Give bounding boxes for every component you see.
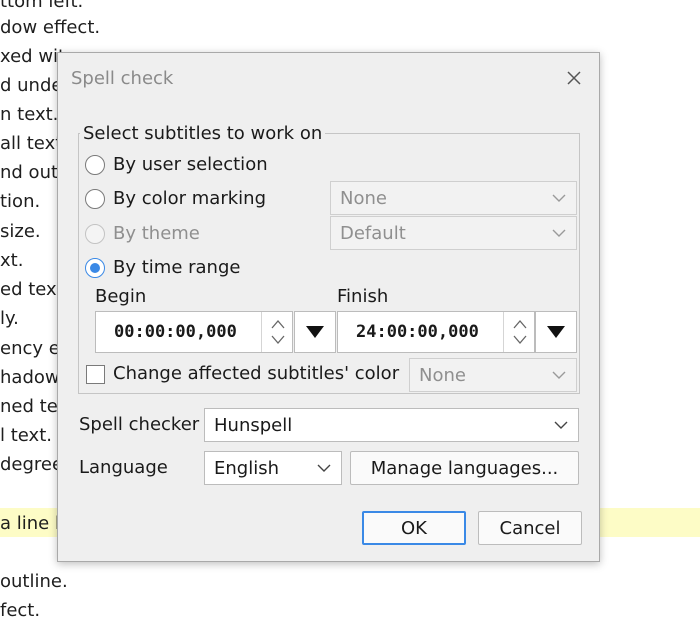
radio-color-marking-label: By color marking <box>113 188 266 209</box>
spell-checker-value: Hunspell <box>214 415 293 436</box>
change-color-label: Change affected subtitles' color <box>113 363 400 384</box>
theme-dropdown[interactable]: Default <box>330 216 577 250</box>
bg-line: xt. <box>0 250 24 271</box>
change-color-dropdown[interactable]: None <box>409 358 577 392</box>
spell-check-dialog: Spell check Select subtitles to work on … <box>57 52 600 562</box>
theme-value: Default <box>340 223 406 244</box>
bg-line: nd out <box>0 162 59 183</box>
radio-time-range[interactable] <box>85 258 105 278</box>
radio-user-selection[interactable] <box>85 155 105 175</box>
color-marking-value: None <box>340 188 387 209</box>
chevron-down-icon[interactable] <box>512 334 528 346</box>
cancel-button[interactable]: Cancel <box>478 511 582 545</box>
triangle-down-icon <box>306 326 324 338</box>
chevron-up-icon[interactable] <box>512 318 528 330</box>
bg-line: ed text <box>0 279 64 300</box>
chevron-down-icon <box>552 194 566 202</box>
manage-languages-button[interactable]: Manage languages... <box>350 451 579 485</box>
radio-theme[interactable] <box>85 224 105 244</box>
chevron-down-icon <box>554 421 568 429</box>
bg-line: tion. <box>0 191 41 212</box>
bg-line: ly. <box>0 308 19 329</box>
begin-time-input[interactable]: 00:00:00,000 <box>95 311 293 353</box>
finish-label: Finish <box>337 286 389 307</box>
radio-theme-label: By theme <box>113 223 200 244</box>
begin-time-spinner[interactable] <box>261 312 294 352</box>
begin-time-dropdown-button[interactable] <box>294 311 336 353</box>
finish-time-spinner[interactable] <box>503 312 536 352</box>
radio-color-marking[interactable] <box>85 189 105 209</box>
bg-line: dow effect. <box>0 17 101 38</box>
change-color-value: None <box>419 365 466 386</box>
bg-line: l text. <box>0 425 52 446</box>
bg-line: n text. <box>0 104 59 125</box>
bg-line: size. <box>0 221 41 242</box>
finish-time-input[interactable]: 24:00:00,000 <box>337 311 535 353</box>
language-value: English <box>214 458 279 479</box>
chevron-down-icon[interactable] <box>270 334 286 346</box>
begin-time-value: 00:00:00,000 <box>114 322 237 342</box>
radio-user-selection-label: By user selection <box>113 154 268 175</box>
finish-time-value: 24:00:00,000 <box>356 322 479 342</box>
triangle-down-icon <box>547 326 565 338</box>
language-label: Language <box>79 457 168 478</box>
bg-line: fect. <box>0 600 41 621</box>
bg-line: outline. <box>0 571 68 592</box>
close-icon <box>567 71 581 85</box>
language-dropdown[interactable]: English <box>204 451 342 485</box>
dialog-title: Spell check <box>71 68 174 89</box>
begin-label: Begin <box>95 286 147 307</box>
bg-line: d unde <box>0 75 63 96</box>
bg-line: degree <box>0 454 64 475</box>
chevron-down-icon <box>552 371 566 379</box>
bg-line: xed wit <box>0 46 66 67</box>
spell-checker-dropdown[interactable]: Hunspell <box>204 408 579 442</box>
close-button[interactable] <box>559 63 589 93</box>
chevron-down-icon <box>552 229 566 237</box>
finish-time-dropdown-button[interactable] <box>535 311 577 353</box>
ok-button[interactable]: OK <box>362 511 466 545</box>
group-title: Select subtitles to work on <box>80 123 326 144</box>
chevron-down-icon <box>317 464 331 472</box>
chevron-up-icon[interactable] <box>270 318 286 330</box>
spell-checker-label: Spell checker <box>79 414 200 435</box>
bg-line: hadow <box>0 367 60 388</box>
color-marking-dropdown[interactable]: None <box>330 181 577 215</box>
change-color-checkbox[interactable] <box>86 365 105 384</box>
radio-time-range-label: By time range <box>113 257 241 278</box>
